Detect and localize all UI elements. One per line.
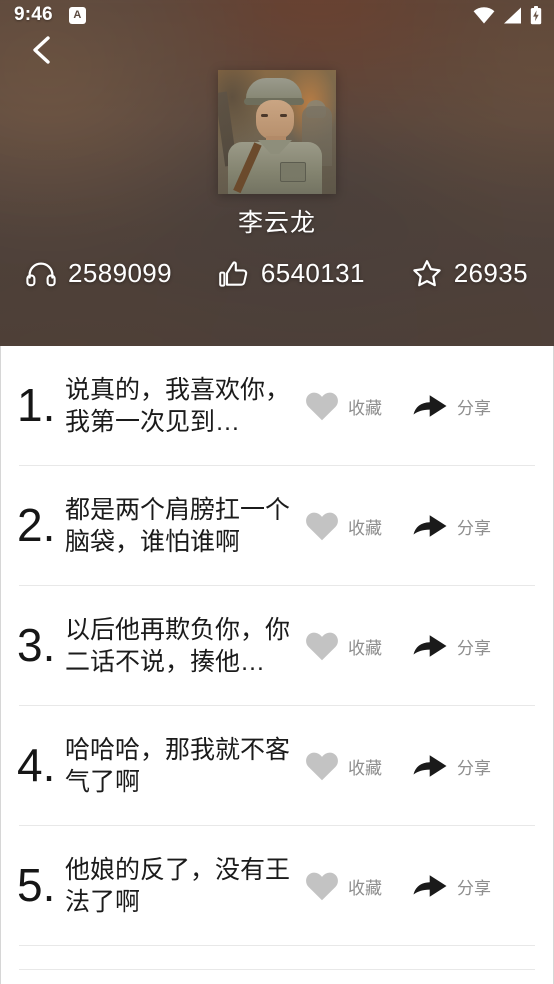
favorite-button[interactable]: 收藏 bbox=[305, 631, 382, 662]
list-item-actions: 收藏 分享 bbox=[305, 871, 491, 902]
list-item[interactable]: 2. 都是两个肩膀扛一个脑袋，谁怕谁啊 收藏 分享 bbox=[1, 466, 553, 586]
favorite-label: 收藏 bbox=[348, 638, 382, 658]
status-bar: 9:46 A bbox=[0, 0, 554, 30]
list-item[interactable]: 3. 以后他再欺负你，你二话不说，揍他… 收藏 分享 bbox=[1, 586, 553, 706]
share-button[interactable]: 分享 bbox=[412, 751, 491, 781]
share-arrow-icon bbox=[412, 391, 448, 421]
list-item[interactable]: 4. 哈哈哈，那我就不客气了啊 收藏 分享 bbox=[1, 706, 553, 826]
share-label: 分享 bbox=[457, 758, 491, 778]
share-label: 分享 bbox=[457, 878, 491, 898]
favorite-button[interactable]: 收藏 bbox=[305, 391, 382, 422]
share-button[interactable]: 分享 bbox=[412, 511, 491, 541]
list-item-text: 都是两个肩膀扛一个脑袋，谁怕谁啊 bbox=[65, 496, 291, 556]
share-button[interactable]: 分享 bbox=[412, 631, 491, 661]
stat-favorites: 26935 bbox=[412, 258, 528, 289]
wifi-icon bbox=[473, 6, 495, 24]
list-item-text: 他娘的反了，没有王法了啊 bbox=[65, 856, 291, 916]
headphones-icon bbox=[26, 261, 56, 287]
share-button[interactable]: 分享 bbox=[412, 391, 491, 421]
stat-plays: 2589099 bbox=[26, 258, 172, 289]
quote-list: 1. 说真的，我喜欢你，我第一次见到… 收藏 分享 2 . 都是两个肩膀扛一个脑… bbox=[0, 346, 554, 984]
stat-likes-value: 6540131 bbox=[260, 258, 365, 288]
status-bar-time: 9:46 bbox=[14, 4, 53, 25]
status-bar-icons bbox=[473, 5, 542, 25]
thumbs-up-icon bbox=[219, 260, 249, 288]
favorite-button[interactable]: 收藏 bbox=[305, 511, 382, 542]
heart-icon bbox=[305, 391, 339, 422]
stat-favorites-value: 26935 bbox=[453, 258, 528, 288]
favorite-button[interactable]: 收藏 bbox=[305, 751, 382, 782]
list-item-actions: 收藏 分享 bbox=[305, 751, 491, 782]
share-button[interactable]: 分享 bbox=[412, 871, 491, 901]
list-item-actions: 收藏 分享 bbox=[305, 631, 491, 662]
share-arrow-icon bbox=[412, 871, 448, 901]
favorite-label: 收藏 bbox=[348, 758, 382, 778]
list-item-rank: 2. bbox=[17, 499, 56, 551]
list-item-text: 哈哈哈，那我就不客气了啊 bbox=[65, 736, 291, 796]
heart-icon bbox=[305, 511, 339, 542]
share-arrow-icon bbox=[412, 751, 448, 781]
list-item-rank: 5. bbox=[17, 859, 56, 911]
avatar-image bbox=[218, 70, 336, 194]
heart-icon bbox=[305, 631, 339, 662]
share-arrow-icon bbox=[412, 631, 448, 661]
star-icon bbox=[412, 259, 442, 288]
share-label: 分享 bbox=[457, 518, 491, 538]
favorite-label: 收藏 bbox=[348, 518, 382, 538]
battery-charging-icon bbox=[530, 5, 542, 25]
share-arrow-icon bbox=[412, 511, 448, 541]
list-item-text: 说真的，我喜欢你，我第一次见到… bbox=[65, 376, 291, 436]
profile-name: 李云龙 bbox=[237, 209, 316, 237]
heart-icon bbox=[305, 751, 339, 782]
list-item-actions: 收藏 分享 bbox=[305, 511, 491, 542]
list-item-rank: 1. bbox=[17, 379, 56, 431]
list-item-actions: 收藏 分享 bbox=[305, 391, 491, 422]
profile-stats: 2589099 6540131 26935 bbox=[0, 258, 554, 289]
list-item[interactable]: 5. 他娘的反了，没有王法了啊 收藏 分享 bbox=[1, 826, 553, 946]
list-item-text: 以后他再欺负你，你二话不说，揍他… bbox=[65, 616, 291, 676]
back-button[interactable] bbox=[18, 30, 64, 74]
favorite-label: 收藏 bbox=[348, 398, 382, 418]
favorite-button[interactable]: 收藏 bbox=[305, 871, 382, 902]
list-item-rank: 4. bbox=[17, 739, 56, 791]
notification-badge-icon: A bbox=[68, 6, 86, 24]
cellular-signal-icon bbox=[503, 7, 522, 24]
app-screen: 9:46 A 李云龙 2589099 6540131 26935 1 . 说真的… bbox=[0, 0, 554, 984]
favorite-label: 收藏 bbox=[348, 878, 382, 898]
avatar[interactable] bbox=[218, 70, 336, 194]
heart-icon bbox=[305, 871, 339, 902]
list-item[interactable] bbox=[1, 946, 553, 970]
stat-plays-value: 2589099 bbox=[68, 258, 173, 288]
list-item-rank: 3. bbox=[17, 619, 56, 671]
profile-header: 9:46 A 李云龙 2589099 6540131 26935 bbox=[0, 0, 554, 346]
share-label: 分享 bbox=[457, 638, 491, 658]
chevron-left-icon bbox=[29, 35, 53, 70]
list-item[interactable]: 1. 说真的，我喜欢你，我第一次见到… 收藏 分享 bbox=[1, 346, 553, 466]
share-label: 分享 bbox=[457, 398, 491, 418]
stat-likes: 6540131 bbox=[219, 258, 365, 289]
